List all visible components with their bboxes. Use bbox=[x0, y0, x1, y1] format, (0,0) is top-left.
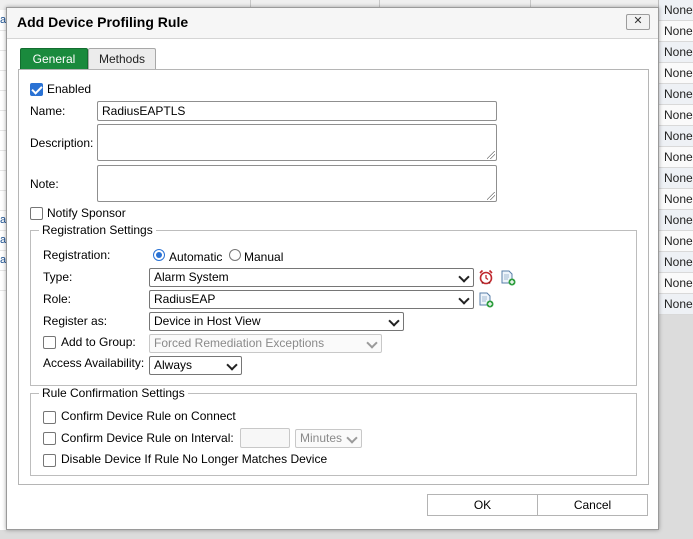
registration-settings-group: Registration Settings Registration: Auto… bbox=[30, 223, 637, 386]
chevron-down-icon bbox=[346, 432, 358, 444]
note-label: Note: bbox=[30, 177, 59, 191]
general-panel: Enabled Name: RadiusEAPTLS Description: … bbox=[18, 69, 649, 485]
background-cell: None bbox=[659, 231, 693, 252]
tab-methods[interactable]: Methods bbox=[88, 48, 156, 69]
close-icon: ✕ bbox=[633, 15, 643, 27]
enabled-checkbox[interactable] bbox=[30, 83, 43, 96]
ok-button[interactable]: OK bbox=[427, 494, 538, 516]
access-availability-value: Always bbox=[154, 358, 193, 372]
chevron-down-icon bbox=[458, 271, 470, 283]
confirm-on-connect-label: Confirm Device Rule on Connect bbox=[61, 409, 236, 423]
role-label: Role: bbox=[43, 292, 72, 306]
add-device-profiling-rule-dialog: Add Device Profiling Rule ✕ General Meth… bbox=[6, 7, 659, 530]
register-as-label: Register as: bbox=[43, 314, 108, 328]
alarm-clock-icon[interactable] bbox=[478, 269, 494, 285]
resize-grip-icon[interactable] bbox=[487, 151, 495, 159]
background-cell: None bbox=[659, 189, 693, 210]
dialog-titlebar: Add Device Profiling Rule ✕ bbox=[7, 8, 658, 39]
cancel-button[interactable]: Cancel bbox=[537, 494, 648, 516]
description-label: Description: bbox=[30, 136, 94, 150]
name-input[interactable]: RadiusEAPTLS bbox=[97, 101, 497, 121]
background-cell: None bbox=[659, 21, 693, 42]
tab-general[interactable]: General bbox=[20, 48, 88, 69]
registration-settings-legend: Registration Settings bbox=[39, 223, 156, 237]
confirm-on-interval-label: Confirm Device Rule on Interval: bbox=[61, 431, 234, 445]
chevron-down-icon bbox=[388, 315, 400, 327]
manual-label: Manual bbox=[244, 250, 284, 264]
background-cell: None bbox=[659, 126, 693, 147]
background-cell: None bbox=[659, 42, 693, 63]
background-right-column: None None None None None None None None None None… bbox=[658, 0, 693, 315]
rule-confirmation-settings-group: Rule Confirmation Settings Confirm Devic… bbox=[30, 386, 637, 476]
add-to-group-checkbox[interactable] bbox=[43, 336, 56, 349]
confirm-on-interval-checkbox[interactable] bbox=[43, 432, 56, 445]
registration-manual-radio[interactable] bbox=[229, 249, 241, 261]
role-select[interactable]: RadiusEAP bbox=[149, 290, 474, 309]
chevron-down-icon bbox=[226, 359, 238, 371]
notify-sponsor-label: Notify Sponsor bbox=[47, 206, 126, 220]
interval-unit-select[interactable]: Minutes bbox=[295, 429, 362, 448]
access-availability-label: Access Availability: bbox=[43, 356, 145, 370]
background-cell: None bbox=[659, 273, 693, 294]
note-textarea[interactable] bbox=[97, 165, 497, 202]
background-cell: None bbox=[659, 63, 693, 84]
register-as-value: Device in Host View bbox=[154, 314, 261, 328]
chevron-down-icon bbox=[366, 337, 378, 349]
registration-automatic-radio[interactable] bbox=[153, 249, 165, 261]
background-cell: None bbox=[659, 105, 693, 126]
interval-input[interactable] bbox=[240, 428, 290, 448]
background-cell: None bbox=[659, 168, 693, 189]
disable-if-no-match-label: Disable Device If Rule No Longer Matches… bbox=[61, 452, 328, 466]
close-button[interactable]: ✕ bbox=[626, 14, 650, 30]
interval-unit-value: Minutes bbox=[300, 431, 343, 445]
add-document-icon[interactable] bbox=[478, 292, 494, 308]
enabled-label: Enabled bbox=[47, 82, 92, 96]
automatic-label: Automatic bbox=[169, 250, 223, 264]
dialog-title: Add Device Profiling Rule bbox=[17, 14, 189, 30]
registration-label: Registration: bbox=[43, 248, 111, 262]
resize-grip-icon[interactable] bbox=[487, 192, 495, 200]
background-cell: None bbox=[659, 147, 693, 168]
background-cell: None bbox=[659, 84, 693, 105]
type-label: Type: bbox=[43, 270, 73, 284]
background-cell: None bbox=[659, 252, 693, 273]
background-cell: None bbox=[659, 294, 693, 315]
name-label: Name: bbox=[30, 104, 66, 118]
add-to-group-select[interactable]: Forced Remediation Exceptions bbox=[149, 334, 382, 353]
notify-sponsor-checkbox[interactable] bbox=[30, 207, 43, 220]
chevron-down-icon bbox=[458, 293, 470, 305]
add-to-group-value: Forced Remediation Exceptions bbox=[154, 336, 325, 350]
register-as-select[interactable]: Device in Host View bbox=[149, 312, 404, 331]
type-value: Alarm System bbox=[154, 270, 229, 284]
background-cell: None bbox=[659, 210, 693, 231]
disable-if-no-match-checkbox[interactable] bbox=[43, 454, 56, 467]
add-to-group-label: Add to Group: bbox=[61, 335, 136, 349]
description-textarea[interactable] bbox=[97, 124, 497, 161]
background-cell: None bbox=[659, 0, 693, 21]
rule-confirmation-legend: Rule Confirmation Settings bbox=[39, 386, 188, 400]
type-select[interactable]: Alarm System bbox=[149, 268, 474, 287]
confirm-on-connect-checkbox[interactable] bbox=[43, 411, 56, 424]
add-document-icon[interactable] bbox=[500, 270, 516, 286]
access-availability-select[interactable]: Always bbox=[149, 356, 242, 375]
role-value: RadiusEAP bbox=[154, 292, 216, 306]
